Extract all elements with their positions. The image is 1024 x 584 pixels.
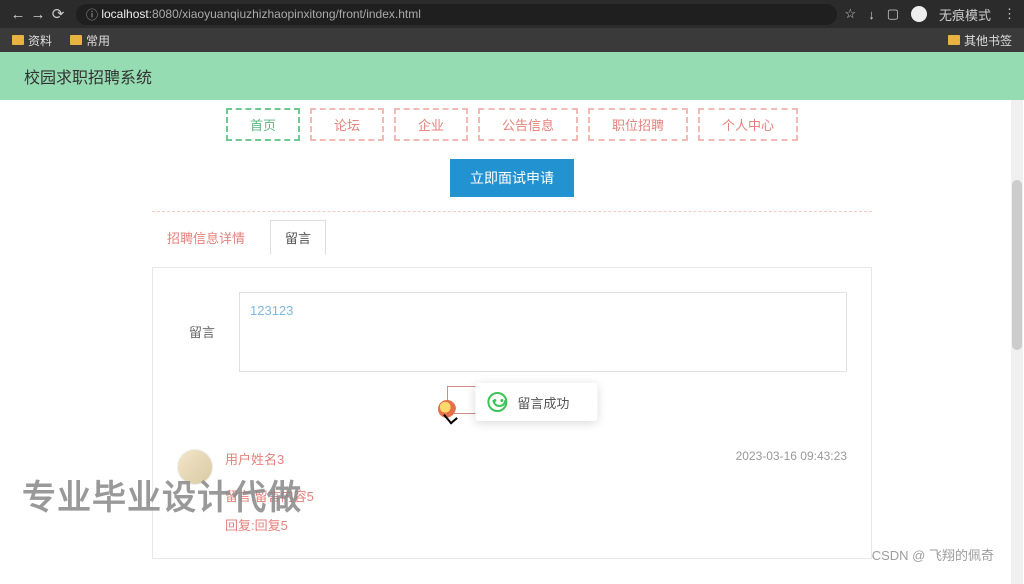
main-nav: 首页 论坛 企业 公告信息 职位招聘 个人中心 (0, 100, 1024, 149)
panel-icon[interactable]: ▢ (887, 6, 899, 22)
comment-body: 留言:留言内容5 (225, 486, 847, 505)
folder-icon (12, 35, 24, 45)
message-textarea[interactable]: 123123 (239, 292, 847, 372)
nav-notice[interactable]: 公告信息 (478, 108, 578, 141)
cursor-icon (438, 400, 456, 418)
toast-success: 留言成功 (475, 383, 597, 421)
reload-icon[interactable]: ⟳ (48, 5, 68, 23)
nav-company[interactable]: 企业 (394, 108, 468, 141)
url-bar[interactable]: ⓘ localhost :8080/xiaoyuanqiuzhizhaopinx… (76, 4, 837, 25)
tabs: 招聘信息详情 留言 (152, 220, 872, 255)
tab-detail[interactable]: 招聘信息详情 (152, 220, 260, 255)
info-icon: ⓘ (86, 6, 101, 23)
bookmark-item[interactable]: 常用 (70, 32, 110, 49)
comment-time: 2023-03-16 09:43:23 (736, 449, 847, 468)
tab-message[interactable]: 留言 (270, 220, 326, 255)
url-path: :8080/xiaoyuanqiuzhizhaopinxitong/front/… (149, 7, 421, 21)
comment-reply: 回复:回复5 (225, 515, 847, 534)
toast-text: 留言成功 (517, 393, 569, 412)
watermark-large: 专业毕业设计代做 (22, 470, 302, 519)
menu-icon[interactable]: ⋮ (1003, 6, 1016, 22)
download-icon[interactable]: ↓ (868, 7, 875, 22)
browser-toolbar: ← → ⟳ ⓘ localhost :8080/xiaoyuanqiuzhizh… (0, 0, 1024, 28)
star-icon[interactable]: ☆ (845, 6, 857, 22)
profile-icon[interactable] (911, 6, 927, 22)
bookmark-item[interactable]: 资料 (12, 32, 52, 49)
bookmark-bar: 资料 常用 其他书签 (0, 28, 1024, 52)
forward-icon[interactable]: → (28, 6, 48, 23)
smile-icon (487, 392, 507, 412)
folder-icon (70, 35, 82, 45)
incognito-label: 无痕模式 (939, 5, 991, 24)
nav-home[interactable]: 首页 (226, 108, 300, 141)
folder-icon (948, 35, 960, 45)
site-header: 校园求职招聘系统 (0, 52, 1024, 100)
back-icon[interactable]: ← (8, 6, 28, 23)
watermark-small: CSDN @ 飞翔的佩奇 (872, 545, 994, 564)
message-label: 留言 (177, 292, 215, 341)
comment-username: 用户姓名3 (225, 449, 284, 468)
apply-interview-button[interactable]: 立即面试申请 (450, 159, 574, 197)
nav-forum[interactable]: 论坛 (310, 108, 384, 141)
nav-profile[interactable]: 个人中心 (698, 108, 798, 141)
bookmark-other[interactable]: 其他书签 (948, 32, 1012, 49)
url-host: localhost (101, 7, 148, 21)
scrollbar-track[interactable] (1011, 100, 1023, 584)
scrollbar-thumb[interactable] (1012, 180, 1022, 350)
site-title: 校园求职招聘系统 (24, 70, 152, 87)
nav-jobs[interactable]: 职位招聘 (588, 108, 688, 141)
